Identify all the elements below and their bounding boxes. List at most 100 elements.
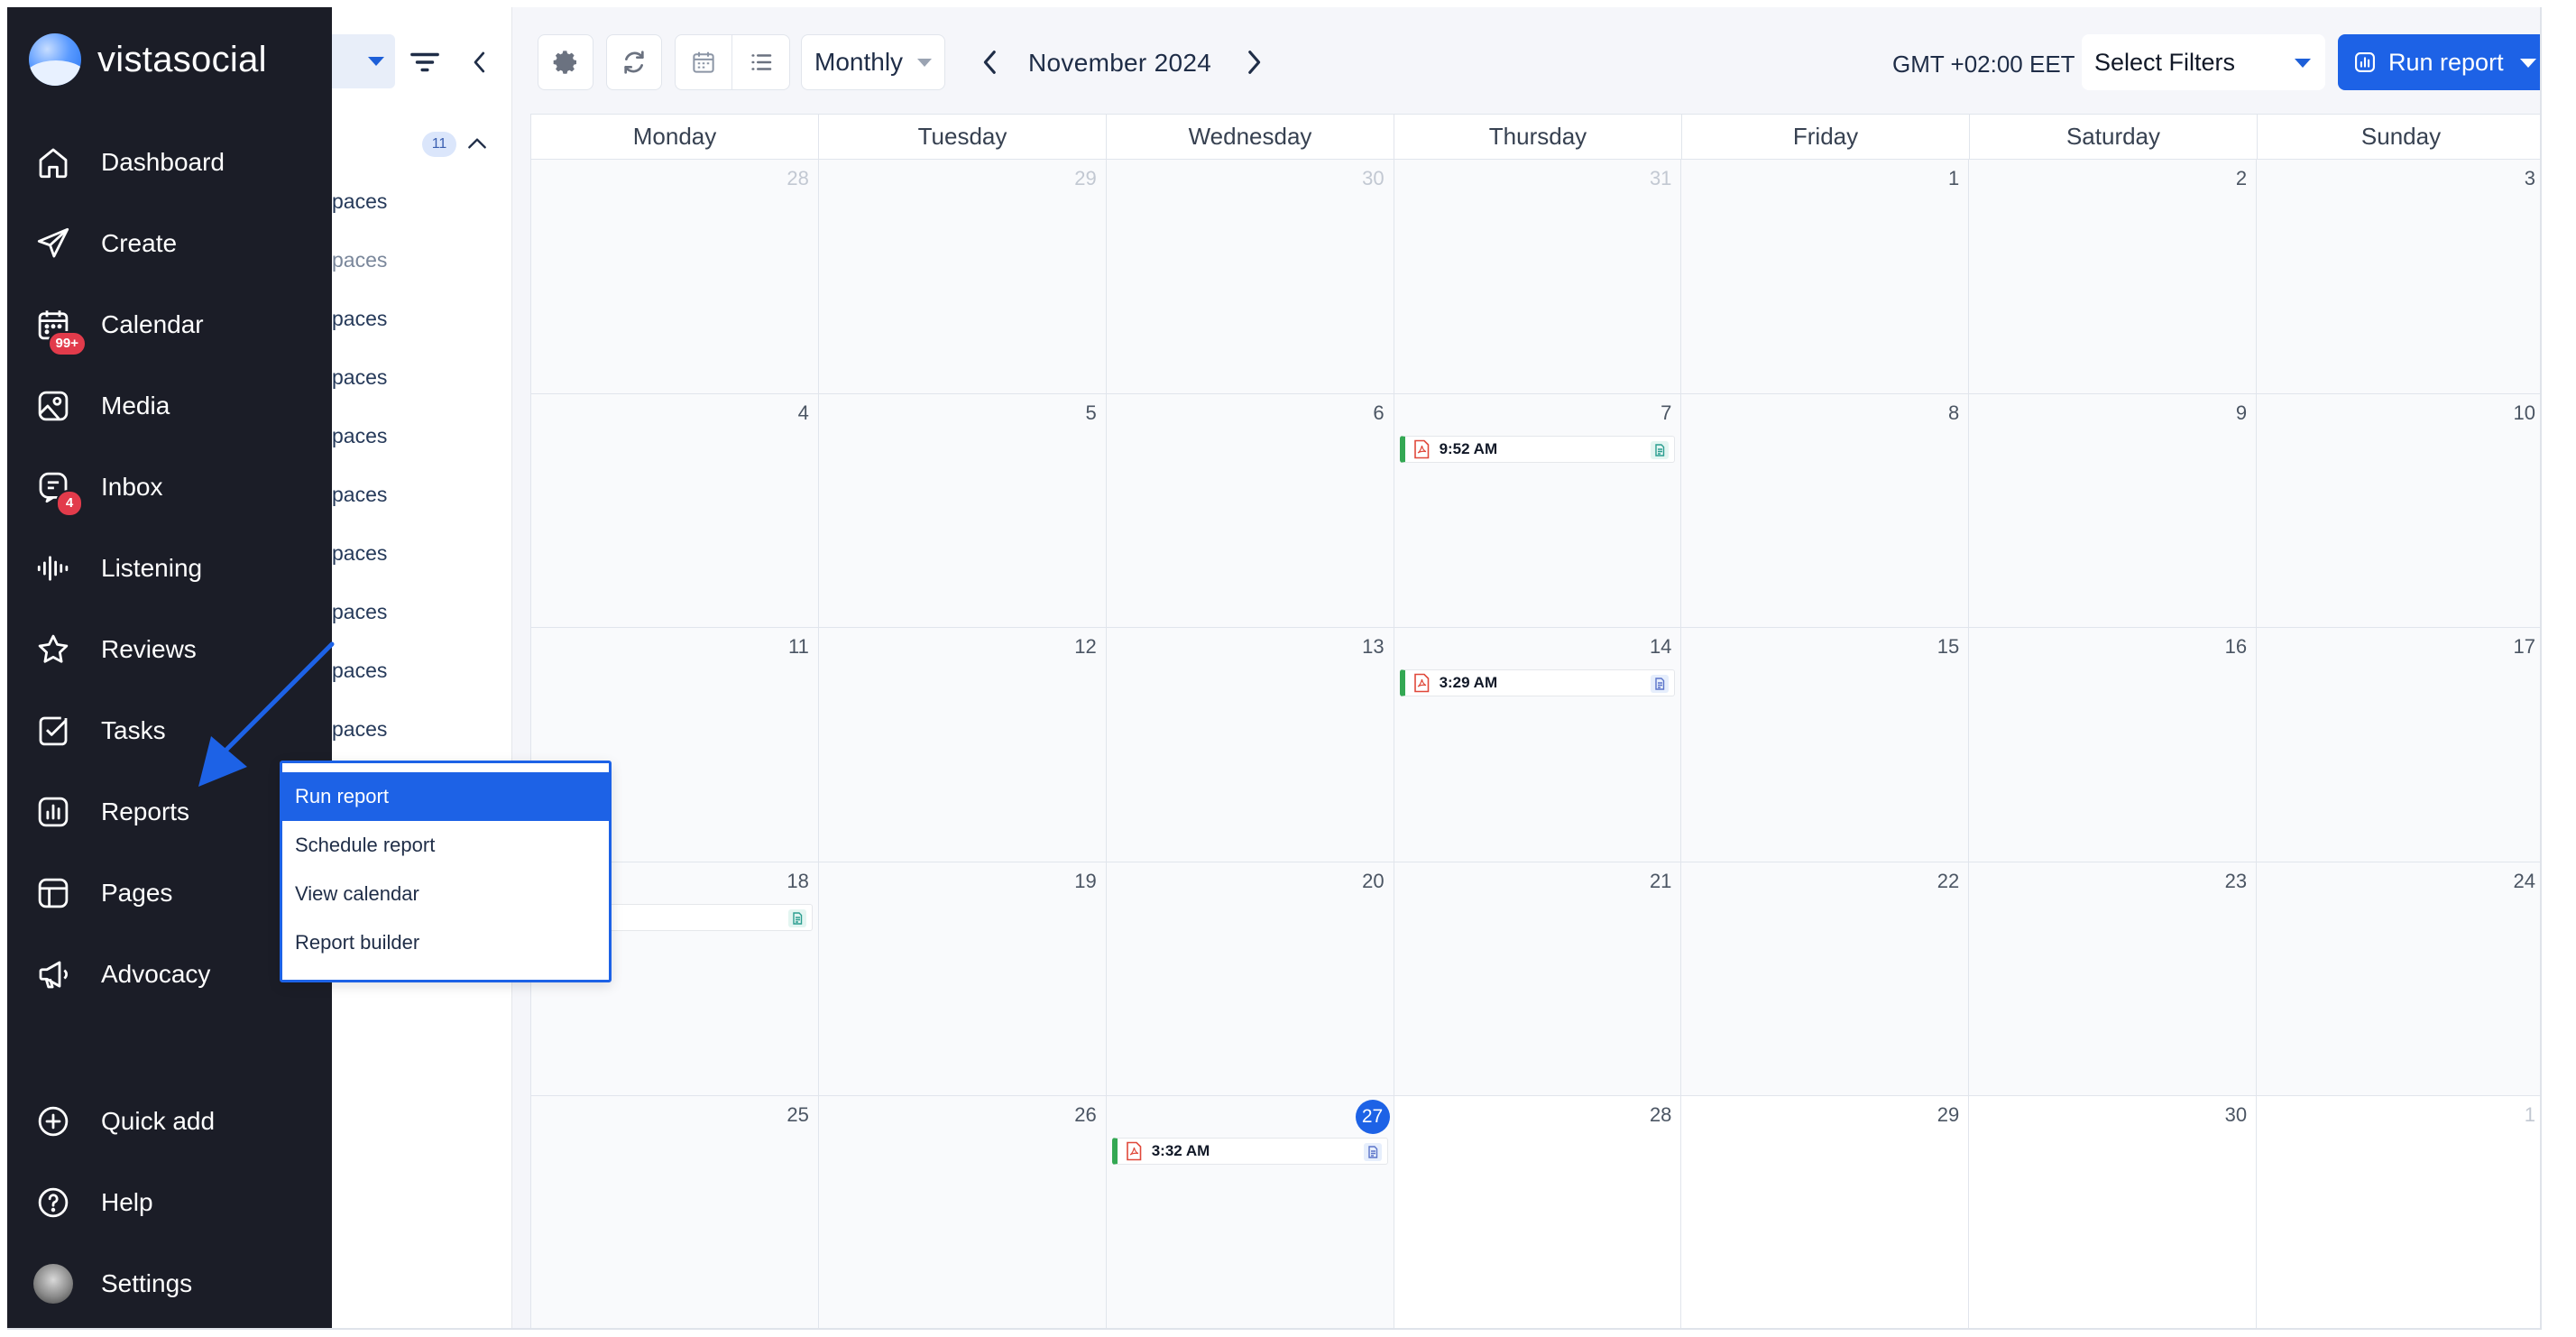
previous-month-button[interactable]	[980, 47, 1001, 78]
day-number: 4	[797, 401, 809, 424]
day-cell[interactable]: 19	[818, 862, 1107, 1097]
day-cell[interactable]: 2	[1969, 160, 2258, 394]
day-cell[interactable]: 29	[818, 160, 1107, 394]
workspace-row[interactable]: paces	[332, 541, 387, 566]
chevron-down-icon	[2295, 59, 2311, 68]
day-number: 3	[2524, 167, 2535, 189]
brand-logo-icon	[29, 33, 81, 86]
run-report-button[interactable]: Run report	[2338, 34, 2540, 90]
nav-label: Dashboard	[101, 148, 225, 176]
refresh-icon	[624, 51, 644, 74]
day-cell[interactable]: 16	[1969, 628, 2258, 862]
nav-item-create[interactable]: Create	[32, 217, 321, 271]
nav-label: Inbox	[101, 473, 163, 501]
day-cell[interactable]: 29	[1681, 1096, 1970, 1328]
day-number: 19	[1074, 869, 1097, 892]
day-cell[interactable]: 17	[2257, 628, 2540, 862]
collapse-panel-icon[interactable]	[469, 49, 491, 76]
nav-item-help[interactable]: Help	[32, 1176, 321, 1230]
calendar-view-button[interactable]	[676, 35, 733, 89]
day-cell[interactable]: 20	[1106, 862, 1394, 1097]
day-cell[interactable]: 12	[818, 628, 1107, 862]
document-icon	[1651, 675, 1670, 694]
day-cell[interactable]: 21	[1394, 862, 1682, 1097]
list-view-button[interactable]	[732, 35, 789, 89]
day-cell[interactable]: 14 3:29 AM	[1394, 628, 1682, 862]
day-cell[interactable]: 1	[1681, 160, 1970, 394]
day-number: 30	[1362, 167, 1385, 189]
scheduled-report-event[interactable]: 3:29 AM	[1399, 669, 1676, 697]
nav-item-pages[interactable]: Pages	[32, 866, 321, 920]
day-number: 12	[1074, 635, 1097, 659]
period-select[interactable]: Monthly	[801, 34, 945, 90]
nav-label: Tasks	[101, 716, 166, 744]
menu-item-view-calendar[interactable]: View calendar	[282, 870, 609, 918]
day-cell[interactable]: 30	[1106, 160, 1394, 394]
nav-item-quick-add[interactable]: Quick add	[32, 1094, 321, 1148]
day-cell[interactable]: 27 3:32 AM	[1106, 1096, 1394, 1328]
day-cell[interactable]: 6	[1106, 393, 1394, 629]
day-number: 28	[787, 167, 809, 189]
refresh-button[interactable]	[606, 34, 662, 90]
nav-item-inbox[interactable]: 4 Inbox	[32, 460, 321, 517]
workspace-row[interactable]: paces	[332, 248, 387, 272]
day-number: 21	[1649, 869, 1672, 892]
chevron-up-icon[interactable]	[465, 134, 489, 153]
filter-icon[interactable]	[409, 49, 440, 76]
workspace-row[interactable]: paces	[332, 307, 387, 331]
nav-item-advocacy[interactable]: Advocacy	[32, 947, 321, 1001]
day-number: 23	[2224, 869, 2248, 892]
day-cell[interactable]: 23	[1969, 862, 2258, 1097]
day-number: 7	[1661, 401, 1672, 424]
day-cell[interactable]: 15	[1681, 628, 1970, 862]
day-cell[interactable]: 3	[2257, 160, 2540, 394]
day-cell[interactable]: 1	[2257, 1096, 2540, 1328]
day-number: 13	[1362, 635, 1385, 659]
user-avatar-icon	[33, 1264, 73, 1304]
day-cell[interactable]: 9	[1969, 393, 2258, 629]
menu-item-schedule-report[interactable]: Schedule report	[282, 821, 609, 870]
day-cell[interactable]: 31	[1394, 160, 1682, 394]
nav-item-listening[interactable]: Listening	[32, 541, 321, 595]
settings-button[interactable]	[538, 34, 593, 90]
workspace-row[interactable]: paces	[332, 189, 387, 214]
next-month-button[interactable]	[1243, 47, 1265, 78]
filters-select[interactable]: Select Filters	[2082, 34, 2325, 90]
image-icon	[32, 385, 74, 427]
day-cell[interactable]: 5	[818, 393, 1107, 629]
workspace-row[interactable]: paces	[332, 483, 387, 507]
day-cell[interactable]: 25	[531, 1096, 819, 1328]
profile-group-select[interactable]	[332, 34, 395, 88]
workspace-row[interactable]: paces	[332, 424, 387, 448]
day-cell[interactable]: 24	[2257, 862, 2540, 1097]
period-value: Monthly	[814, 48, 904, 76]
day-cell[interactable]: 30	[1969, 1096, 2258, 1328]
nav-item-dashboard[interactable]: Dashboard	[32, 135, 321, 189]
nav-label: Advocacy	[101, 960, 211, 988]
scheduled-report-event[interactable]: 9:52 AM	[1399, 435, 1676, 463]
day-cell[interactable]: 8	[1681, 393, 1970, 629]
day-cell[interactable]: 7 9:52 AM	[1394, 393, 1682, 629]
layout-icon	[32, 872, 74, 914]
day-cell[interactable]: 10	[2257, 393, 2540, 629]
menu-item-report-builder[interactable]: Report builder	[282, 918, 609, 967]
scheduled-report-event[interactable]: 3:32 AM	[1111, 1138, 1388, 1166]
nav-item-calendar[interactable]: 99+ Calendar	[32, 298, 321, 356]
day-cell[interactable]: 13	[1106, 628, 1394, 862]
day-cell[interactable]: 28	[531, 160, 819, 394]
brand[interactable]: vistasocial	[29, 31, 267, 88]
nav-item-media[interactable]: Media	[32, 379, 321, 433]
workspace-row[interactable]: paces	[332, 365, 387, 390]
day-cell[interactable]: 4	[531, 393, 819, 629]
day-cell[interactable]: 22	[1681, 862, 1970, 1097]
nav-label: Calendar	[101, 310, 204, 338]
event-time: 9:52 AM	[1439, 439, 1498, 457]
nav-label: Settings	[101, 1269, 193, 1297]
calendar-toolbar: Monthly November 2024 GMT +02:00 EET Sel…	[512, 7, 2540, 115]
day-cell[interactable]: 28	[1394, 1096, 1682, 1328]
menu-item-run-report[interactable]: Run report	[282, 772, 609, 821]
workspace-row[interactable]: paces	[332, 600, 387, 624]
nav-item-settings[interactable]: Settings	[32, 1257, 321, 1311]
day-cell[interactable]: 26	[818, 1096, 1107, 1328]
day-number: 20	[1362, 869, 1385, 892]
